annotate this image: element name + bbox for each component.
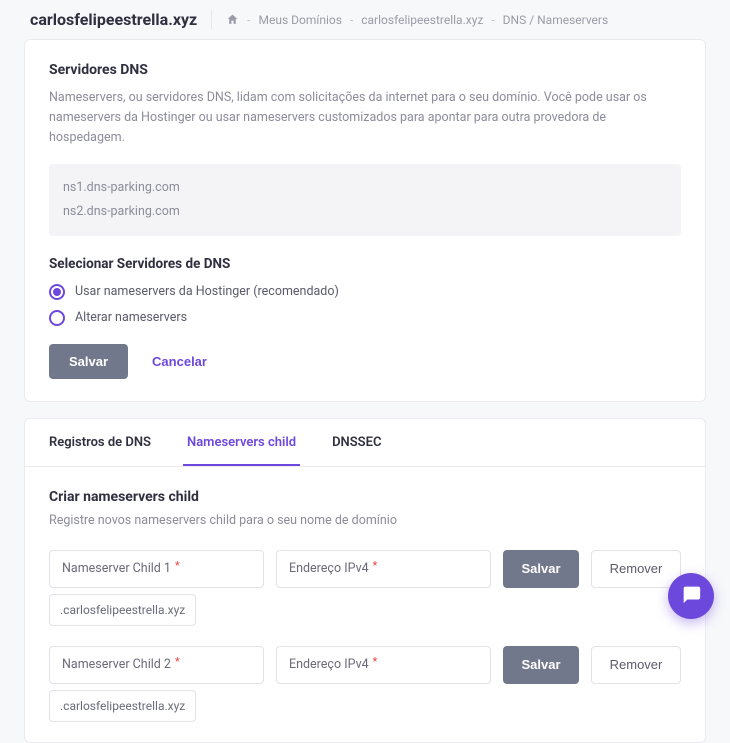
nameserver-value: ns1.dns-parking.com bbox=[63, 176, 667, 200]
save-row-button[interactable]: Salvar bbox=[503, 646, 579, 684]
breadcrumb: - Meus Domínios - carlosfelipeestrella.x… bbox=[226, 13, 608, 27]
domain-title: carlosfelipeestrella.xyz bbox=[30, 10, 212, 29]
save-row-button[interactable]: Salvar bbox=[503, 550, 579, 588]
ns-name-label: Nameserver Child 2 bbox=[62, 657, 171, 672]
ipv4-label: Endereço IPv4 bbox=[289, 561, 369, 576]
tab-dnssec[interactable]: DNSSEC bbox=[328, 419, 385, 466]
page-header: carlosfelipeestrella.xyz - Meus Domínios… bbox=[0, 0, 730, 39]
breadcrumb-current: DNS / Nameservers bbox=[503, 13, 609, 27]
required-marker: * bbox=[175, 655, 180, 668]
cancel-button[interactable]: Cancelar bbox=[152, 354, 207, 369]
chat-icon bbox=[680, 583, 702, 609]
save-button[interactable]: Salvar bbox=[49, 344, 128, 379]
breadcrumb-sep: - bbox=[247, 13, 250, 27]
current-nameservers-box: ns1.dns-parking.com ns2.dns-parking.com bbox=[49, 164, 681, 236]
radio-icon bbox=[49, 310, 65, 326]
select-dns-title: Selecionar Servidores de DNS bbox=[49, 256, 681, 272]
ns-name-input[interactable]: Nameserver Child 2 * bbox=[49, 646, 264, 684]
tab-panel-child: Criar nameservers child Registre novos n… bbox=[25, 467, 705, 722]
dns-actions: Salvar Cancelar bbox=[49, 344, 681, 379]
radio-change-nameservers[interactable]: Alterar nameservers bbox=[49, 310, 681, 326]
nameserver-value: ns2.dns-parking.com bbox=[63, 200, 667, 224]
radio-use-hostinger[interactable]: Usar nameservers da Hostinger (recomenda… bbox=[49, 284, 681, 300]
ns-suffix: .carlosfelipeestrella.xyz bbox=[49, 594, 196, 626]
tab-list: Registros de DNS Nameservers child DNSSE… bbox=[25, 419, 705, 467]
tab-dns-records[interactable]: Registros de DNS bbox=[45, 419, 155, 466]
remove-row-button[interactable]: Remover bbox=[591, 646, 681, 684]
ns-name-column: Nameserver Child 1 * .carlosfelipeestrell… bbox=[49, 550, 264, 626]
required-marker: * bbox=[175, 559, 180, 572]
ipv4-input[interactable]: Endereço IPv4 * bbox=[276, 646, 491, 684]
required-marker: * bbox=[373, 655, 378, 668]
ns-name-column: Nameserver Child 2 * .carlosfelipeestrell… bbox=[49, 646, 264, 722]
child-ns-row: Nameserver Child 2 * .carlosfelipeestrell… bbox=[49, 646, 681, 722]
radio-label: Alterar nameservers bbox=[75, 310, 187, 325]
dns-card-title: Servidores DNS bbox=[49, 62, 681, 78]
required-marker: * bbox=[373, 559, 378, 572]
ns-name-label: Nameserver Child 1 bbox=[62, 561, 171, 576]
breadcrumb-sep: - bbox=[350, 13, 353, 27]
child-ns-row: Nameserver Child 1 * .carlosfelipeestrell… bbox=[49, 550, 681, 626]
chat-fab[interactable] bbox=[668, 573, 714, 619]
tab-child-nameservers[interactable]: Nameservers child bbox=[183, 419, 300, 466]
home-icon[interactable] bbox=[226, 13, 239, 26]
child-description: Registre novos nameservers child para o … bbox=[49, 513, 681, 528]
breadcrumb-sep: - bbox=[491, 13, 494, 27]
tabs-card: Registros de DNS Nameservers child DNSSE… bbox=[24, 418, 706, 743]
dns-servers-card: Servidores DNS Nameservers, ou servidore… bbox=[24, 39, 706, 402]
remove-row-button[interactable]: Remover bbox=[591, 550, 681, 588]
ns-suffix: .carlosfelipeestrella.xyz bbox=[49, 690, 196, 722]
breadcrumb-mydomains[interactable]: Meus Domínios bbox=[259, 13, 342, 27]
radio-icon bbox=[49, 284, 65, 300]
dns-card-description: Nameservers, ou servidores DNS, lidam co… bbox=[49, 88, 681, 148]
breadcrumb-domain[interactable]: carlosfelipeestrella.xyz bbox=[361, 13, 483, 27]
ipv4-input[interactable]: Endereço IPv4 * bbox=[276, 550, 491, 588]
ns-name-input[interactable]: Nameserver Child 1 * bbox=[49, 550, 264, 588]
child-title: Criar nameservers child bbox=[49, 489, 681, 505]
radio-label: Usar nameservers da Hostinger (recomenda… bbox=[75, 284, 339, 299]
ipv4-label: Endereço IPv4 bbox=[289, 657, 369, 672]
